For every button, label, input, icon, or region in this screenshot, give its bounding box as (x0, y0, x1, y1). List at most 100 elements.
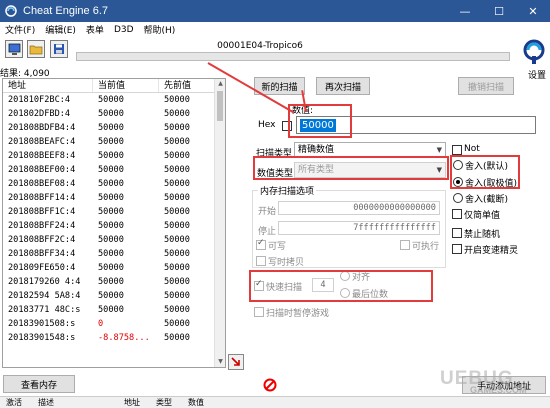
result-address: 20183901508:s (8, 319, 76, 329)
result-row[interactable]: 201808BFF24:4 50000 50000 (3, 219, 225, 233)
add-to-list-button[interactable] (228, 354, 244, 370)
open-file-button[interactable] (27, 40, 45, 58)
scroll-down-icon[interactable]: ▼ (215, 357, 225, 367)
highlight-value-input (288, 104, 352, 138)
result-row[interactable]: 201808BFF14:4 50000 50000 (3, 191, 225, 205)
menu-table[interactable]: 表单 (81, 23, 109, 36)
title-bar: Cheat Engine 6.7 — ☐ ✕ (0, 0, 550, 22)
result-row[interactable]: 201808BEEF8:4 50000 50000 (3, 149, 225, 163)
result-row[interactable]: 201810F2BC:4 50000 50000 (3, 93, 225, 107)
floppy-icon (54, 44, 64, 54)
menu-edit[interactable]: 编辑(E) (40, 23, 81, 36)
result-current-value: 50000 (98, 123, 124, 133)
result-current-value: 50000 (98, 263, 124, 273)
view-memory-button[interactable]: 查看内存 (3, 375, 75, 393)
header-description[interactable]: 描述 (32, 397, 64, 408)
process-name: 00001E04-Tropico6 (217, 41, 303, 51)
menu-file[interactable]: 文件(F) (0, 23, 40, 36)
result-row[interactable]: 201808BFF1C:4 50000 50000 (3, 205, 225, 219)
header-active[interactable]: 激活 (0, 397, 32, 408)
result-row[interactable]: 201808BFF34:4 50000 50000 (3, 247, 225, 261)
result-row[interactable]: 201808BEF08:4 50000 50000 (3, 177, 225, 191)
result-current-value: 50000 (98, 207, 124, 217)
address-list-header: 激活 描述 地址 类型 数值 (0, 396, 550, 408)
executable-checkbox[interactable] (400, 240, 410, 250)
pause-game-checkbox[interactable] (254, 307, 264, 317)
minimize-button[interactable]: — (448, 0, 482, 22)
settings-label[interactable]: 设置 (528, 68, 546, 81)
result-row[interactable]: 20183901548:s -8.8758... 50000 (3, 331, 225, 345)
result-previous-value: 50000 (164, 291, 190, 301)
header-type[interactable]: 类型 (150, 397, 182, 408)
result-address: 201808BEF08:4 (8, 179, 76, 189)
result-row[interactable]: 20183771 48C:s 50000 50000 (3, 303, 225, 317)
result-address: 201808BEAFC:4 (8, 137, 76, 147)
result-address: 201808BFF1C:4 (8, 207, 76, 217)
menu-help[interactable]: 帮助(H) (139, 23, 181, 36)
result-address: 201802DFBD:4 (8, 109, 71, 119)
not-label: Not (464, 144, 480, 154)
stop-address-input[interactable]: 7fffffffffffffff (278, 221, 440, 235)
result-row[interactable]: 201808BEF00:4 50000 50000 (3, 163, 225, 177)
speedhack-checkbox[interactable] (452, 244, 462, 254)
result-address: 20182594 5A8:4 (8, 291, 81, 301)
watermark-subtitle: GAMES.COM (470, 385, 527, 395)
save-button[interactable] (50, 40, 68, 58)
truncate-label: 舍入(截断) (465, 195, 509, 205)
result-current-value: 50000 (98, 221, 124, 231)
result-row[interactable]: 20183901508:s 0 50000 (3, 317, 225, 331)
simple-values-checkbox[interactable] (452, 209, 462, 219)
start-address-input[interactable]: 0000000000000000 (278, 201, 440, 215)
truncate-radio[interactable] (453, 193, 463, 203)
column-current-value[interactable]: 当前值 (93, 79, 159, 92)
result-current-value: 50000 (98, 235, 124, 245)
result-address: 201808BFF34:4 (8, 249, 76, 259)
result-address: 20183771 48C:s (8, 305, 81, 315)
result-row[interactable]: 201802DFBD:4 50000 50000 (3, 107, 225, 121)
column-address[interactable]: 地址 (3, 79, 93, 92)
result-row[interactable]: 20182594 5A8:4 50000 50000 (3, 289, 225, 303)
result-current-value: 50000 (98, 305, 124, 315)
scroll-up-icon[interactable]: ▲ (215, 79, 225, 89)
result-address: 201809FE650:4 (8, 263, 76, 273)
column-previous-value[interactable]: 先前值 (159, 79, 215, 92)
header-address[interactable]: 地址 (64, 397, 150, 408)
result-previous-value: 50000 (164, 123, 190, 133)
stop-sign-button[interactable] (262, 377, 278, 393)
result-row[interactable]: 2018179260 4:4 50000 50000 (3, 275, 225, 289)
writable-checkbox[interactable] (256, 238, 266, 250)
open-process-button[interactable] (5, 40, 23, 58)
header-value[interactable]: 数值 (182, 397, 214, 408)
highlight-value-type (253, 156, 449, 180)
result-previous-value: 50000 (164, 207, 190, 217)
maximize-button[interactable]: ☐ (482, 0, 516, 22)
result-address: 201808BFF24:4 (8, 221, 76, 231)
scroll-thumb[interactable] (217, 91, 223, 121)
result-row[interactable]: 201809FE650:4 50000 50000 (3, 261, 225, 275)
result-previous-value: 50000 (164, 95, 190, 105)
result-address: 201808BFF14:4 (8, 193, 76, 203)
copy-on-write-checkbox[interactable] (256, 256, 266, 266)
copy-on-write-label: 写时拷贝 (268, 258, 305, 268)
result-row[interactable]: 201808BDFB4:4 50000 50000 (3, 121, 225, 135)
result-row[interactable]: 201808BFF2C:4 50000 50000 (3, 233, 225, 247)
results-scrollbar[interactable]: ▲ ▼ (214, 79, 225, 367)
undo-scan-button[interactable]: 撤销扫描 (458, 77, 514, 95)
not-checkbox[interactable] (452, 145, 462, 155)
unrandomizer-checkbox[interactable] (452, 228, 462, 238)
highlight-rounding (450, 155, 520, 189)
cheat-engine-logo-icon[interactable] (522, 38, 546, 66)
next-scan-button[interactable]: 再次扫描 (316, 77, 370, 95)
result-previous-value: 50000 (164, 263, 190, 273)
result-row[interactable]: 201808BEAFC:4 50000 50000 (3, 135, 225, 149)
result-address: 2018179260 4:4 (8, 277, 81, 287)
result-previous-value: 50000 (164, 277, 190, 287)
scan-type-value: 精确数值 (298, 145, 335, 155)
menu-d3d[interactable]: D3D (109, 25, 139, 35)
results-header: 地址 当前值 先前值 (3, 79, 225, 93)
close-button[interactable]: ✕ (516, 0, 550, 22)
results-list[interactable]: 地址 当前值 先前值 201810F2BC:4 50000 50000 201802D… (2, 78, 226, 368)
result-previous-value: 50000 (164, 249, 190, 259)
result-previous-value: 50000 (164, 109, 190, 119)
result-address: 201810F2BC:4 (8, 95, 71, 105)
